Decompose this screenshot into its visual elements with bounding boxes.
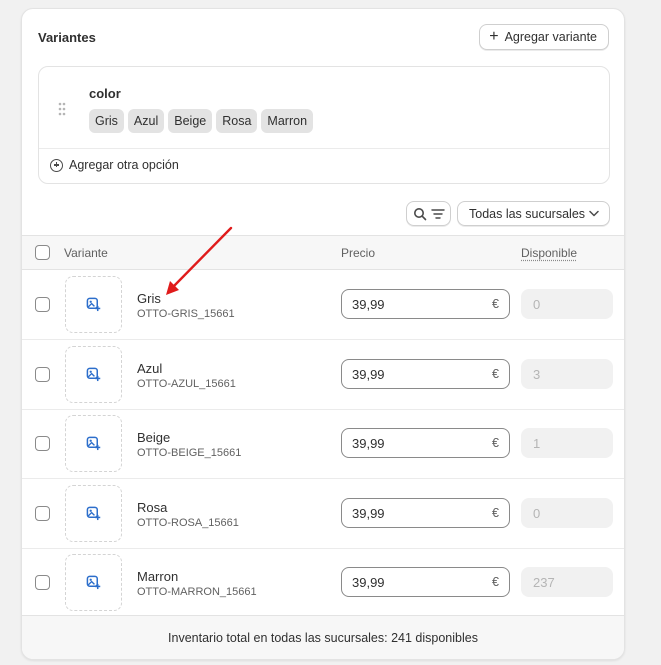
card-header: Variantes + Agregar variante — [22, 9, 624, 65]
variant-sku: OTTO-MARRON_15661 — [137, 586, 257, 598]
variant-sku: OTTO-GRIS_15661 — [137, 308, 235, 320]
column-header-available[interactable]: Disponible — [521, 246, 577, 260]
available-field: 1 — [521, 428, 613, 458]
variant-name[interactable]: Marron — [137, 569, 178, 584]
variant-name[interactable]: Gris — [137, 291, 161, 306]
card-title: Variantes — [38, 30, 96, 45]
add-option-label: Agregar otra opción — [69, 158, 179, 172]
add-image-button[interactable] — [65, 415, 122, 472]
filter-icon — [430, 208, 445, 219]
price-input[interactable]: 39,99 € — [341, 359, 510, 389]
currency-symbol: € — [492, 367, 499, 381]
row-checkbox[interactable] — [35, 575, 50, 590]
table-row: Beige OTTO-BEIGE_15661 39,99 € 1 — [22, 409, 624, 479]
variant-name[interactable]: Rosa — [137, 500, 167, 515]
option-value-chip[interactable]: Marron — [261, 109, 314, 133]
variant-name[interactable]: Beige — [137, 430, 170, 445]
option-value-chip[interactable]: Gris — [89, 109, 124, 133]
search-icon — [413, 207, 426, 220]
price-input[interactable]: 39,99 € — [341, 498, 510, 528]
currency-symbol: € — [492, 436, 499, 450]
option-group: color Gris Azul Beige Rosa Marron Agrega… — [38, 66, 610, 184]
variant-name[interactable]: Azul — [137, 361, 162, 376]
add-variant-button[interactable]: + Agregar variante — [479, 24, 609, 50]
available-field: 0 — [521, 289, 613, 319]
price-value: 39,99 — [352, 435, 385, 451]
add-image-icon — [86, 297, 101, 312]
table-row: Rosa OTTO-ROSA_15661 39,99 € 0 — [22, 479, 624, 549]
location-select[interactable]: Todas las sucursales — [457, 201, 610, 226]
add-image-icon — [86, 575, 101, 590]
price-value: 39,99 — [352, 296, 385, 312]
row-checkbox[interactable] — [35, 367, 50, 382]
variant-sku: OTTO-AZUL_15661 — [137, 378, 236, 390]
location-select-value: Todas las sucursales — [469, 206, 586, 221]
drag-handle-icon[interactable] — [57, 101, 67, 117]
add-image-icon — [86, 367, 101, 382]
inventory-total-footer: Inventario total en todas las sucursales… — [22, 615, 624, 659]
row-checkbox[interactable] — [35, 436, 50, 451]
price-value: 39,99 — [352, 505, 385, 521]
column-header-price: Precio — [341, 246, 376, 260]
variant-sku: OTTO-BEIGE_15661 — [137, 447, 242, 459]
price-value: 39,99 — [352, 574, 385, 590]
available-field: 0 — [521, 498, 613, 528]
add-image-icon — [86, 506, 101, 521]
table-header: Variante Precio Disponible — [22, 235, 624, 270]
variant-sku: OTTO-ROSA_15661 — [137, 517, 239, 529]
option-value-chip[interactable]: Beige — [168, 109, 213, 133]
price-input[interactable]: 39,99 € — [341, 289, 510, 319]
column-header-variant: Variante — [64, 246, 108, 260]
price-input[interactable]: 39,99 € — [341, 567, 510, 597]
currency-symbol: € — [492, 506, 499, 520]
available-field: 237 — [521, 567, 613, 597]
add-image-button[interactable] — [65, 276, 122, 333]
circle-plus-icon — [50, 158, 63, 172]
currency-symbol: € — [492, 297, 499, 311]
add-image-button[interactable] — [65, 485, 122, 542]
available-field: 3 — [521, 359, 613, 389]
option-name[interactable]: color — [89, 86, 121, 101]
price-input[interactable]: 39,99 € — [341, 428, 510, 458]
select-all-checkbox[interactable] — [35, 245, 50, 260]
table-row: Marron OTTO-MARRON_15661 39,99 € 237 — [22, 548, 624, 618]
add-option-button[interactable]: Agregar otra opción — [50, 158, 179, 172]
search-filter-button[interactable] — [406, 201, 451, 226]
chevron-down-icon — [589, 210, 599, 217]
divider — [39, 148, 609, 149]
currency-symbol: € — [492, 575, 499, 589]
add-variant-label: Agregar variante — [504, 30, 597, 44]
table-row: Gris OTTO-GRIS_15661 39,99 € 0 — [22, 270, 624, 340]
option-value-chip[interactable]: Azul — [127, 109, 165, 133]
option-values: Gris Azul Beige Rosa Marron — [89, 109, 314, 133]
add-image-button[interactable] — [65, 554, 122, 611]
price-value: 39,99 — [352, 366, 385, 382]
add-image-icon — [86, 436, 101, 451]
table-row: Azul OTTO-AZUL_15661 39,99 € 3 — [22, 340, 624, 410]
variants-card: Variantes + Agregar variante color Gris … — [21, 8, 625, 660]
row-checkbox[interactable] — [35, 297, 50, 312]
plus-icon: + — [489, 28, 499, 45]
option-value-chip[interactable]: Rosa — [216, 109, 258, 133]
row-checkbox[interactable] — [35, 506, 50, 521]
add-image-button[interactable] — [65, 346, 122, 403]
